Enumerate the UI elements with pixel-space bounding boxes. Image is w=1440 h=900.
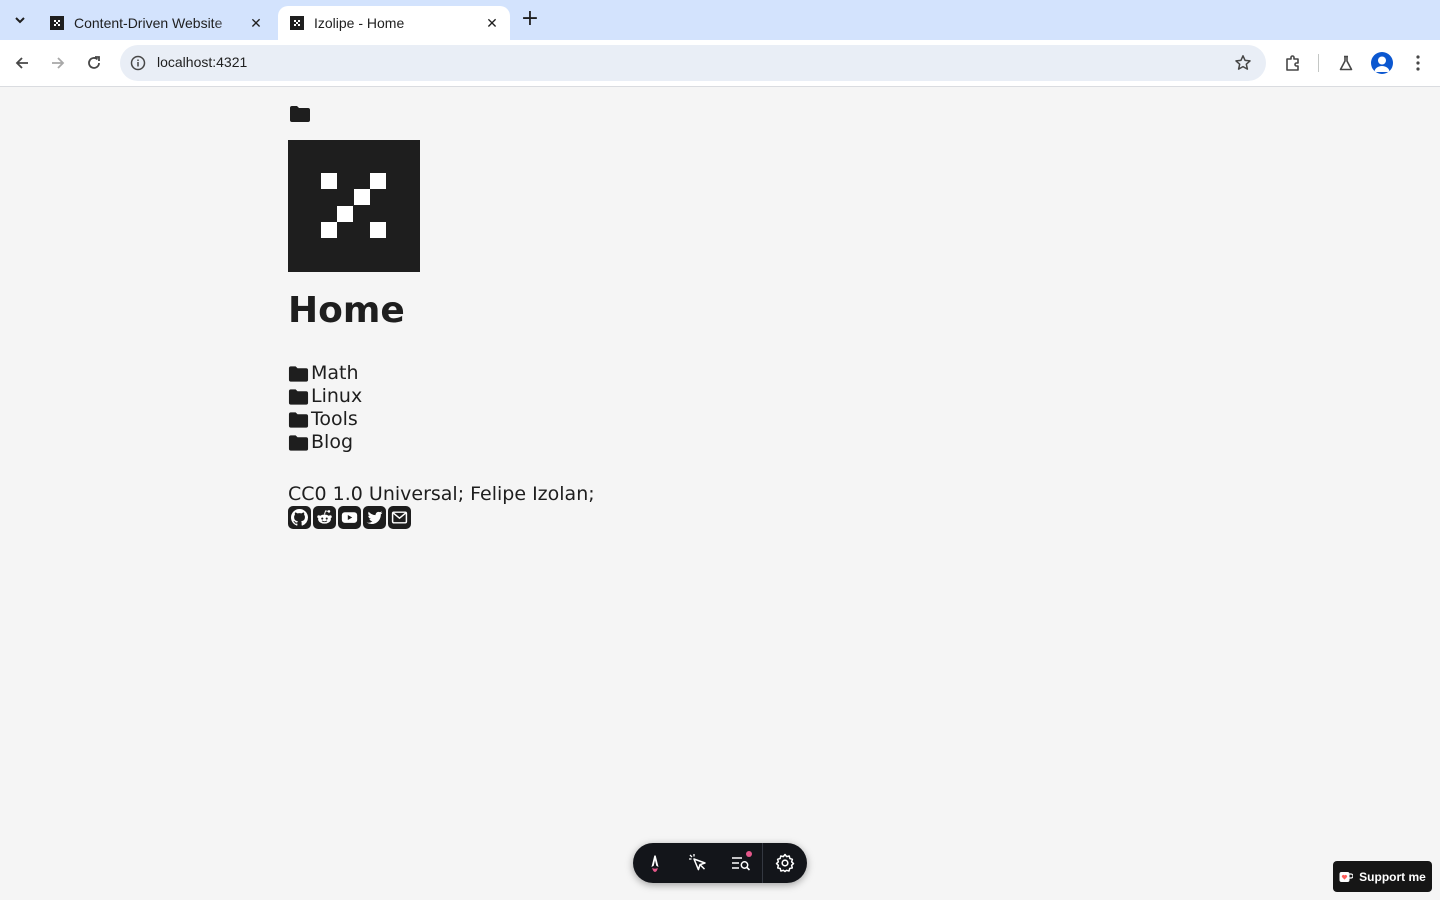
twitter-icon [366, 511, 383, 525]
folder-item-tools[interactable]: Tools [288, 408, 888, 431]
logo-pixel [354, 189, 370, 205]
astro-menu-button[interactable] [633, 843, 676, 883]
folder-item-linux[interactable]: Linux [288, 385, 888, 408]
folder-icon [288, 365, 309, 382]
address-bar[interactable]: localhost:4321 [120, 45, 1266, 81]
page-title: Home [288, 290, 405, 331]
settings-icon [775, 853, 794, 873]
bookmark-star-icon[interactable] [1234, 54, 1252, 72]
person-icon [1374, 56, 1390, 72]
youtube-link[interactable] [338, 506, 361, 529]
tab-search-button[interactable] [6, 6, 34, 34]
chevron-down-icon [15, 17, 25, 24]
new-tab-button[interactable]: + [518, 8, 542, 32]
url-text[interactable]: localhost:4321 [157, 54, 247, 70]
folder-icon [288, 411, 309, 428]
notification-dot [746, 851, 752, 857]
audit-button[interactable] [719, 843, 762, 883]
logo-pixel [337, 206, 353, 222]
avatar[interactable] [1371, 52, 1393, 74]
site-info-icon[interactable] [130, 55, 146, 71]
astro-menu-icon [651, 855, 658, 872]
folder-item-math[interactable]: Math [288, 362, 888, 385]
extensions-button[interactable] [1279, 49, 1307, 77]
social-links [288, 506, 888, 529]
reload-icon [88, 56, 100, 69]
tab-strip: Content-Driven Website ✕ Izolipe - Home … [0, 0, 1440, 40]
labs-button[interactable] [1332, 49, 1360, 77]
twitter-link[interactable] [363, 506, 386, 529]
site-favicon-icon [50, 16, 64, 30]
folder-icon [288, 388, 309, 405]
page-content: Home Math Linux Tools Blog CC0 1.0 Unive… [288, 104, 888, 529]
folder-link[interactable]: Blog [311, 431, 353, 454]
folder-icon[interactable] [289, 104, 311, 124]
back-button[interactable] [8, 49, 36, 77]
dev-toolbar [633, 843, 807, 883]
arrow-right-icon [52, 57, 65, 69]
youtube-icon [341, 512, 358, 523]
support-label: Support me [1359, 869, 1426, 884]
logo-pixel [321, 222, 337, 238]
forward-button[interactable] [44, 49, 72, 77]
flask-icon [1339, 55, 1353, 71]
support-me-button[interactable]: Support me [1333, 861, 1432, 892]
logo-pixel [370, 222, 386, 238]
folder-link[interactable]: Tools [311, 408, 358, 431]
folder-list: Math Linux Tools Blog [288, 362, 888, 454]
folder-icon [288, 434, 309, 451]
inspect-icon [688, 854, 706, 871]
settings-button[interactable] [763, 843, 806, 883]
menu-button[interactable] [1404, 49, 1432, 77]
reddit-icon [317, 510, 332, 524]
email-link[interactable] [388, 506, 411, 529]
logo-pixel [370, 173, 386, 189]
tab-title: Izolipe - Home [314, 15, 405, 31]
reddit-link[interactable] [313, 506, 336, 529]
puzzle-icon [1286, 55, 1299, 71]
folder-link[interactable]: Linux [311, 385, 362, 408]
email-icon [391, 511, 408, 524]
toolbar-divider [1318, 54, 1319, 72]
arrow-left-icon [15, 57, 28, 69]
tab-content-driven-website[interactable]: Content-Driven Website ✕ [38, 6, 274, 40]
close-tab-icon[interactable]: ✕ [248, 15, 264, 31]
site-favicon-icon [290, 16, 304, 30]
close-tab-icon[interactable]: ✕ [484, 15, 500, 31]
folder-link[interactable]: Math [311, 362, 359, 385]
folder-item-blog[interactable]: Blog [288, 431, 888, 454]
logo-pixel [321, 173, 337, 189]
github-icon [291, 509, 308, 526]
browser-toolbar: localhost:4321 [0, 40, 1440, 87]
license-text: CC0 1.0 Universal; Felipe Izolan; [288, 483, 595, 505]
tab-title: Content-Driven Website [74, 15, 223, 31]
reload-button[interactable] [80, 49, 108, 77]
tab-izolipe-home[interactable]: Izolipe - Home ✕ [278, 6, 510, 40]
github-link[interactable] [288, 506, 311, 529]
kofi-cup-icon [1339, 871, 1354, 882]
inspect-button[interactable] [676, 843, 719, 883]
site-logo [288, 140, 420, 272]
kebab-menu-icon [1416, 55, 1420, 71]
